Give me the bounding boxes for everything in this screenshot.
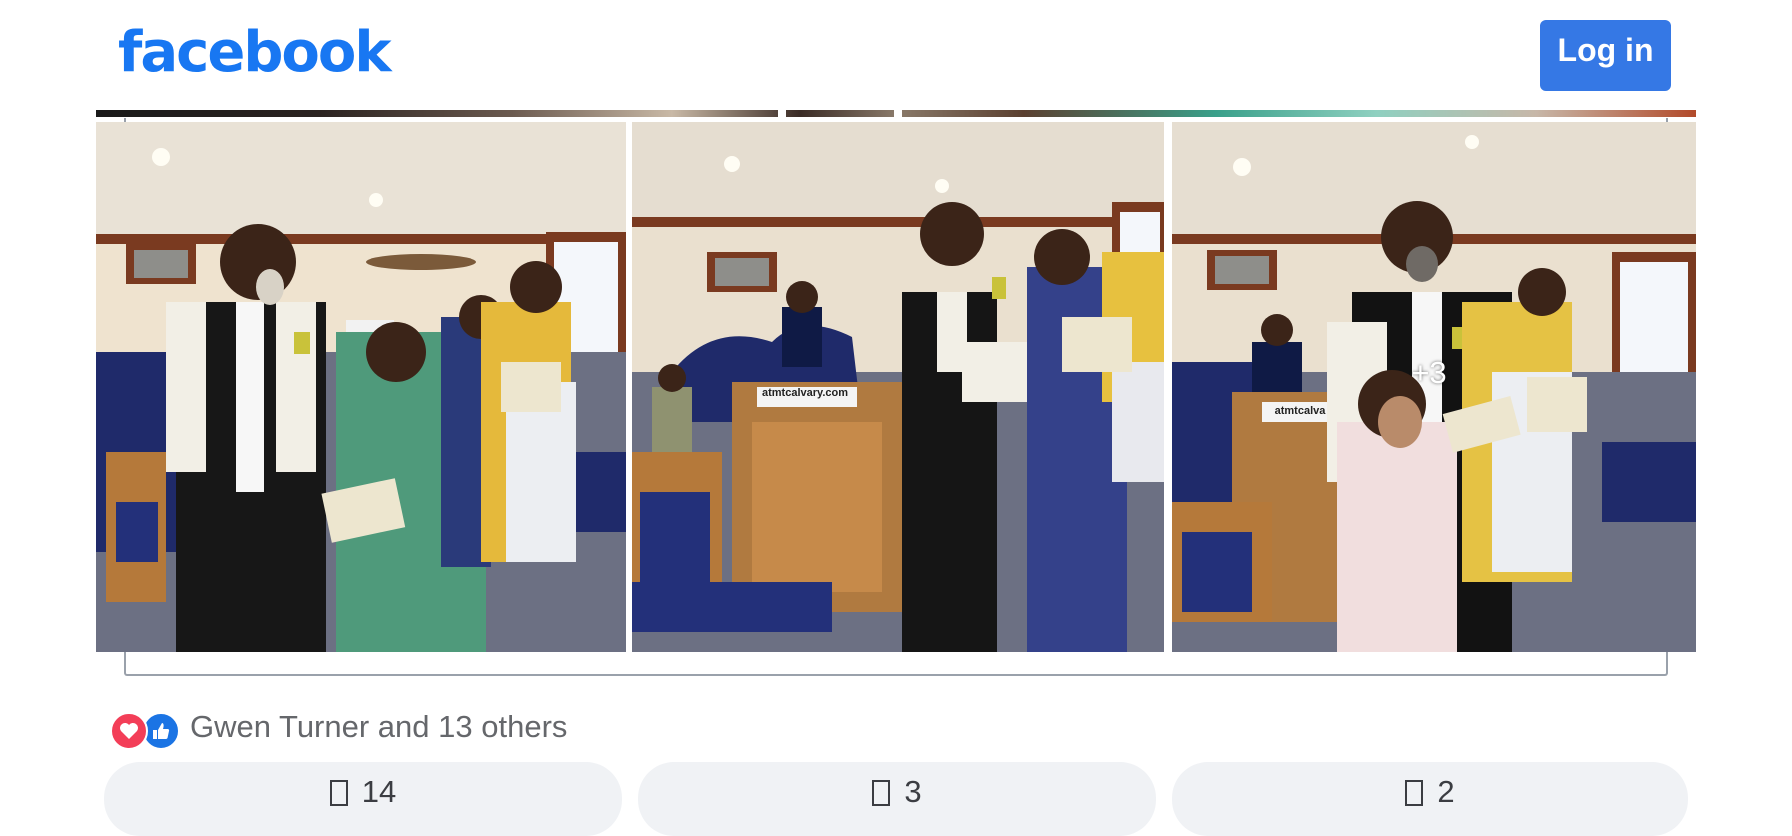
reaction-summary-text: Gwen Turner and 13 others (190, 709, 568, 744)
pulpit-sign: atmtcalva (1274, 405, 1326, 417)
top-bar: facebook Log in (0, 0, 1792, 110)
facebook-logo[interactable]: facebook (118, 20, 392, 85)
strip-divider (778, 110, 786, 117)
comment-count-button[interactable]: 3 (638, 762, 1156, 836)
post-photo-2[interactable]: atmtcalvary.com (632, 122, 1164, 652)
like-icon (329, 780, 348, 806)
photo-2-image (632, 122, 1164, 652)
strip-divider (894, 110, 902, 117)
photo-1-image (96, 122, 626, 652)
more-photos-count[interactable]: +3 (1404, 355, 1454, 391)
comment-icon (872, 780, 891, 806)
login-button[interactable]: Log in (1540, 20, 1671, 91)
like-count: 14 (361, 774, 397, 809)
share-count: 2 (1437, 774, 1455, 809)
pulpit-sign: atmtcalvary.com (761, 387, 848, 399)
comment-count: 3 (904, 774, 922, 809)
reaction-summary[interactable]: Gwen Turner and 13 others (110, 706, 567, 756)
love-icon (110, 712, 148, 750)
share-icon (1405, 780, 1424, 806)
share-count-button[interactable]: 2 (1172, 762, 1688, 836)
like-count-button[interactable]: 14 (104, 762, 622, 836)
post-photo-1[interactable] (96, 122, 626, 652)
